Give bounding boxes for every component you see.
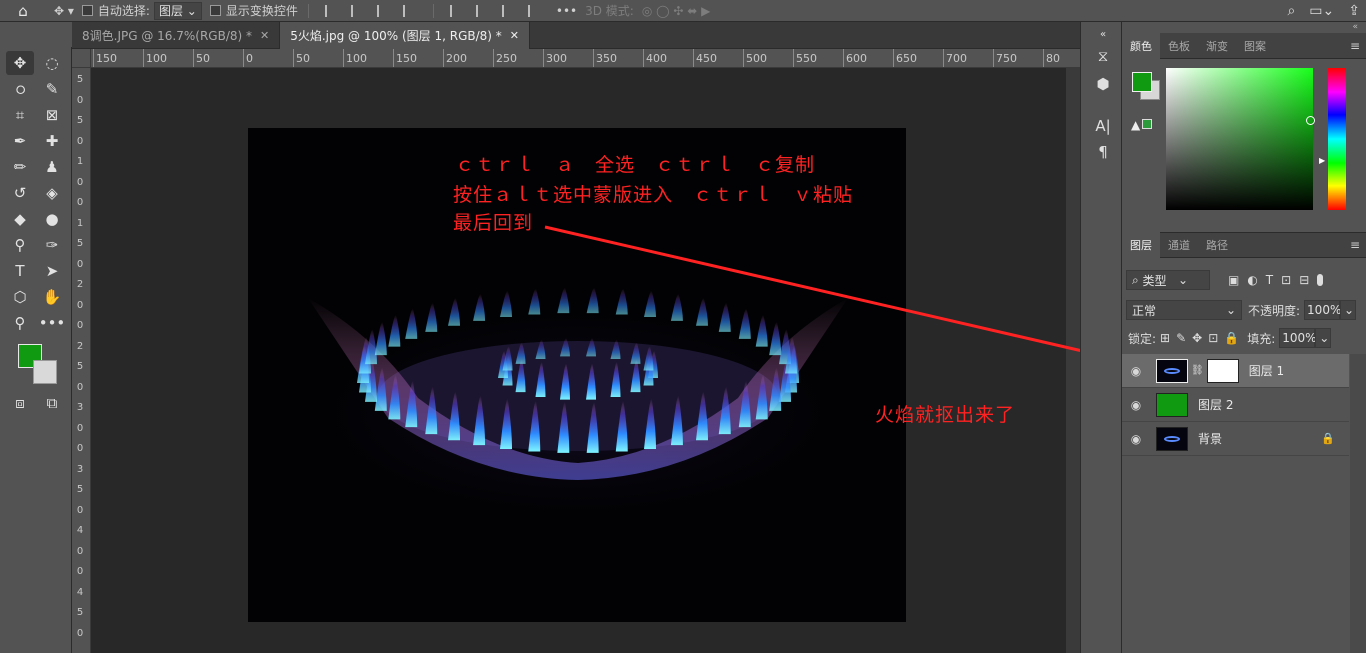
layer-row-layer-2[interactable]: ◉ 图层 2 — [1122, 388, 1349, 422]
gamut-warning-icon[interactable]: ▲ — [1131, 118, 1153, 132]
filter-icons[interactable]: ▣◐T⊡⊟ — [1228, 273, 1317, 287]
layer-mask-thumbnail[interactable] — [1206, 358, 1239, 383]
layer-name: 图层 1 — [1248, 364, 1285, 378]
layers-panel-tabs: 图层 通道 路径 ≡ — [1122, 232, 1366, 258]
fill-dropdown-icon[interactable]: ⌄ — [1315, 328, 1332, 348]
eye-icon[interactable]: ◉ — [1122, 432, 1150, 446]
lock-label: 锁定: — [1128, 331, 1157, 346]
tab-patterns[interactable]: 图案 — [1236, 33, 1274, 59]
hue-slider-handle[interactable]: ▶ — [1319, 156, 1325, 165]
opacity-dropdown-icon[interactable]: ⌄ — [1340, 300, 1357, 320]
opacity-input[interactable]: 100% — [1304, 300, 1341, 320]
layer-filter-row: ⌕ 类型 ⌄ ▣◐T⊡⊟ — [1122, 270, 1366, 290]
fill-label: 填充: — [1247, 331, 1276, 346]
3d-panel-icon[interactable]: ⬢ — [1093, 74, 1113, 94]
layer-name: 图层 2 — [1198, 398, 1234, 412]
color-foreground-swatch[interactable] — [1132, 72, 1152, 92]
tab-gradients[interactable]: 渐变 — [1198, 33, 1236, 59]
lock-fill-row: 锁定: ⊞✎✥⊡🔒 填充: 100% ⌄ — [1122, 328, 1366, 348]
hue-slider[interactable] — [1328, 68, 1346, 210]
tab-swatches[interactable]: 色板 — [1160, 33, 1198, 59]
character-panel-icon[interactable]: A| — [1093, 116, 1113, 136]
panel-menu-icon[interactable]: ≡ — [1350, 238, 1360, 252]
collapse-icon[interactable]: « — [1093, 24, 1113, 44]
tab-channels[interactable]: 通道 — [1160, 232, 1198, 258]
layer-row-background[interactable]: ◉ 背景 🔒 — [1122, 422, 1349, 456]
layer-name: 背景 — [1198, 432, 1223, 446]
blend-opacity-row: 正常 ⌄ 不透明度: 100% ⌄ — [1122, 300, 1366, 320]
link-icon[interactable]: ⛓ — [1191, 365, 1204, 376]
filter-label: 类型 — [1142, 273, 1167, 288]
eye-icon[interactable]: ◉ — [1122, 398, 1150, 412]
lock-icons[interactable]: ⊞✎✥⊡🔒 — [1160, 331, 1245, 345]
layer-thumbnail — [1156, 426, 1188, 451]
tab-color[interactable]: 颜色 — [1122, 32, 1160, 59]
flame-thumbnail-mark — [1164, 367, 1180, 374]
blend-mode-dropdown[interactable]: 正常 ⌄ — [1126, 300, 1242, 320]
color-panel-tabs: 颜色 色板 渐变 图案 ≡ — [1122, 32, 1366, 59]
layer-row-layer-1[interactable]: ◉ ⛓ 图层 1 — [1122, 354, 1349, 388]
opacity-label: 不透明度: — [1248, 303, 1301, 318]
collapse-icon[interactable]: « — [1122, 22, 1366, 33]
layers-scrollbar[interactable] — [1350, 354, 1366, 653]
filter-toggle[interactable] — [1317, 274, 1324, 286]
panel-icon-strip: « ⧖ ⬢ A| ¶ — [1080, 22, 1122, 653]
layer-thumbnail — [1156, 392, 1188, 417]
panel-menu-icon[interactable]: ≡ — [1350, 39, 1360, 53]
picker-cursor — [1306, 116, 1315, 125]
paragraph-panel-icon[interactable]: ¶ — [1093, 142, 1113, 162]
tab-paths[interactable]: 路径 — [1198, 232, 1236, 258]
annotation-result: 火焰就抠出来了 — [875, 404, 1016, 426]
lock-icon: 🔒 — [1321, 432, 1335, 445]
layer-filter-dropdown[interactable]: ⌕ 类型 ⌄ — [1126, 270, 1210, 290]
eye-icon[interactable]: ◉ — [1122, 364, 1150, 378]
right-panels: « 颜色 色板 渐变 图案 ≡ ▲ ▶ 图层 通道 路径 ≡ ⌕ 类型 ⌄ ▣◐… — [1122, 22, 1366, 653]
fill-input[interactable]: 100% — [1279, 328, 1317, 348]
blend-mode-value: 正常 — [1132, 303, 1157, 318]
layer-thumbnail — [1156, 358, 1188, 383]
history-panel-icon[interactable]: ⧖ — [1093, 46, 1113, 66]
color-picker-field[interactable] — [1166, 68, 1315, 210]
flame-thumbnail-mark — [1164, 435, 1180, 442]
tab-layers[interactable]: 图层 — [1122, 232, 1160, 258]
